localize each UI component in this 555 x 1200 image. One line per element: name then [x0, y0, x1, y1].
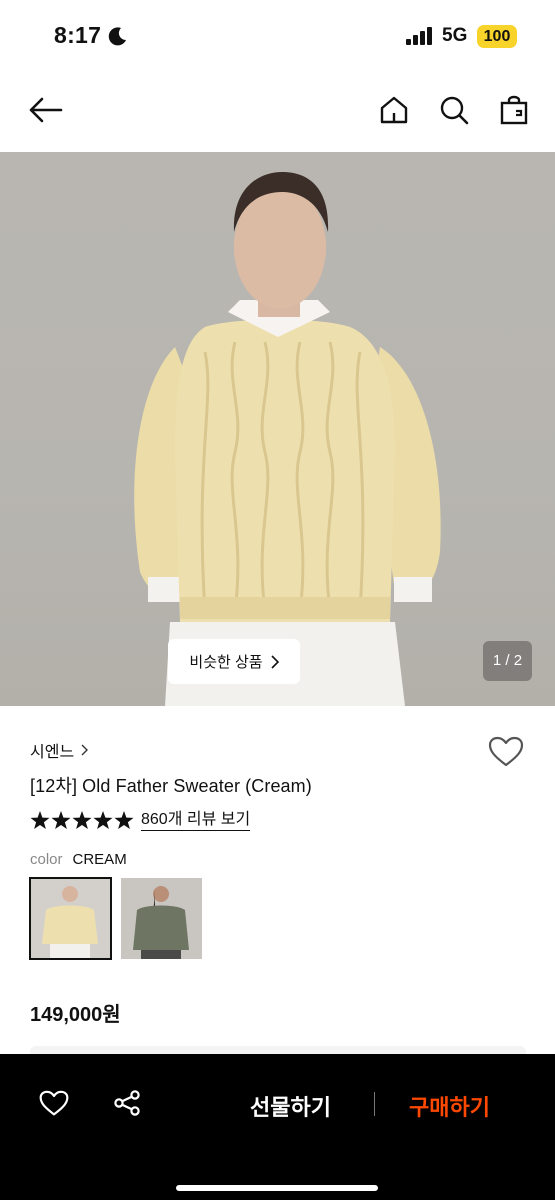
color-swatches [29, 877, 202, 960]
bottom-action-bar: 선물하기 구매하기 [0, 1054, 555, 1200]
search-button[interactable] [434, 90, 474, 130]
status-bar: 8:17 5G 100 [0, 0, 555, 70]
cart-button[interactable] [494, 90, 534, 130]
status-time: 8:17 [54, 22, 102, 48]
swatch-grey[interactable] [121, 878, 202, 959]
star-icon [51, 811, 71, 829]
similar-products-button[interactable]: 비슷한 상품 [168, 639, 300, 684]
moon-icon [108, 26, 128, 51]
search-icon [440, 96, 469, 125]
nav-bar [0, 80, 555, 140]
back-button[interactable] [26, 90, 66, 130]
star-icon [93, 811, 113, 829]
home-icon [380, 96, 408, 124]
action-divider [374, 1092, 375, 1116]
chevron-right-icon [81, 744, 89, 756]
home-indicator [176, 1185, 378, 1191]
image-page-indicator: 1 / 2 [483, 641, 532, 681]
product-image-gallery[interactable]: 비슷한 상품 1 / 2 [0, 152, 555, 706]
signal-icon [406, 27, 434, 50]
star-rating [30, 811, 134, 830]
shopping-bag-icon [500, 95, 528, 125]
similar-products-label: 비슷한 상품 [189, 654, 263, 671]
heart-icon [488, 736, 524, 767]
review-link[interactable]: 860개 리뷰 보기 [141, 810, 251, 831]
buy-button[interactable]: 구매하기 [409, 1090, 490, 1122]
star-icon [72, 811, 92, 829]
wishlist-button[interactable] [488, 736, 524, 773]
share-button[interactable] [110, 1086, 144, 1120]
bottom-wishlist-button[interactable] [36, 1086, 72, 1120]
product-photo [134, 172, 441, 706]
brand-name: 시엔느 [30, 744, 75, 761]
brand-link[interactable]: 시엔느 [30, 738, 89, 762]
chevron-right-icon [271, 654, 279, 669]
color-row: color CREAM [30, 851, 127, 868]
color-label: color [30, 851, 63, 868]
color-value: CREAM [72, 851, 127, 868]
share-icon [114, 1090, 140, 1116]
home-button[interactable] [374, 90, 414, 130]
heart-icon [39, 1090, 69, 1115]
product-price: 149,000원 [30, 1004, 121, 1026]
swatch-cream[interactable] [29, 877, 112, 960]
network-label: 5G [442, 25, 468, 46]
gift-button[interactable]: 선물하기 [250, 1090, 331, 1122]
back-arrow-icon [29, 97, 63, 123]
star-icon [30, 811, 50, 829]
rating-row: 860개 리뷰 보기 [30, 810, 251, 831]
star-icon [114, 811, 134, 829]
battery-indicator: 100 [477, 25, 517, 48]
product-title: [12차] Old Father Sweater (Cream) [30, 776, 312, 796]
